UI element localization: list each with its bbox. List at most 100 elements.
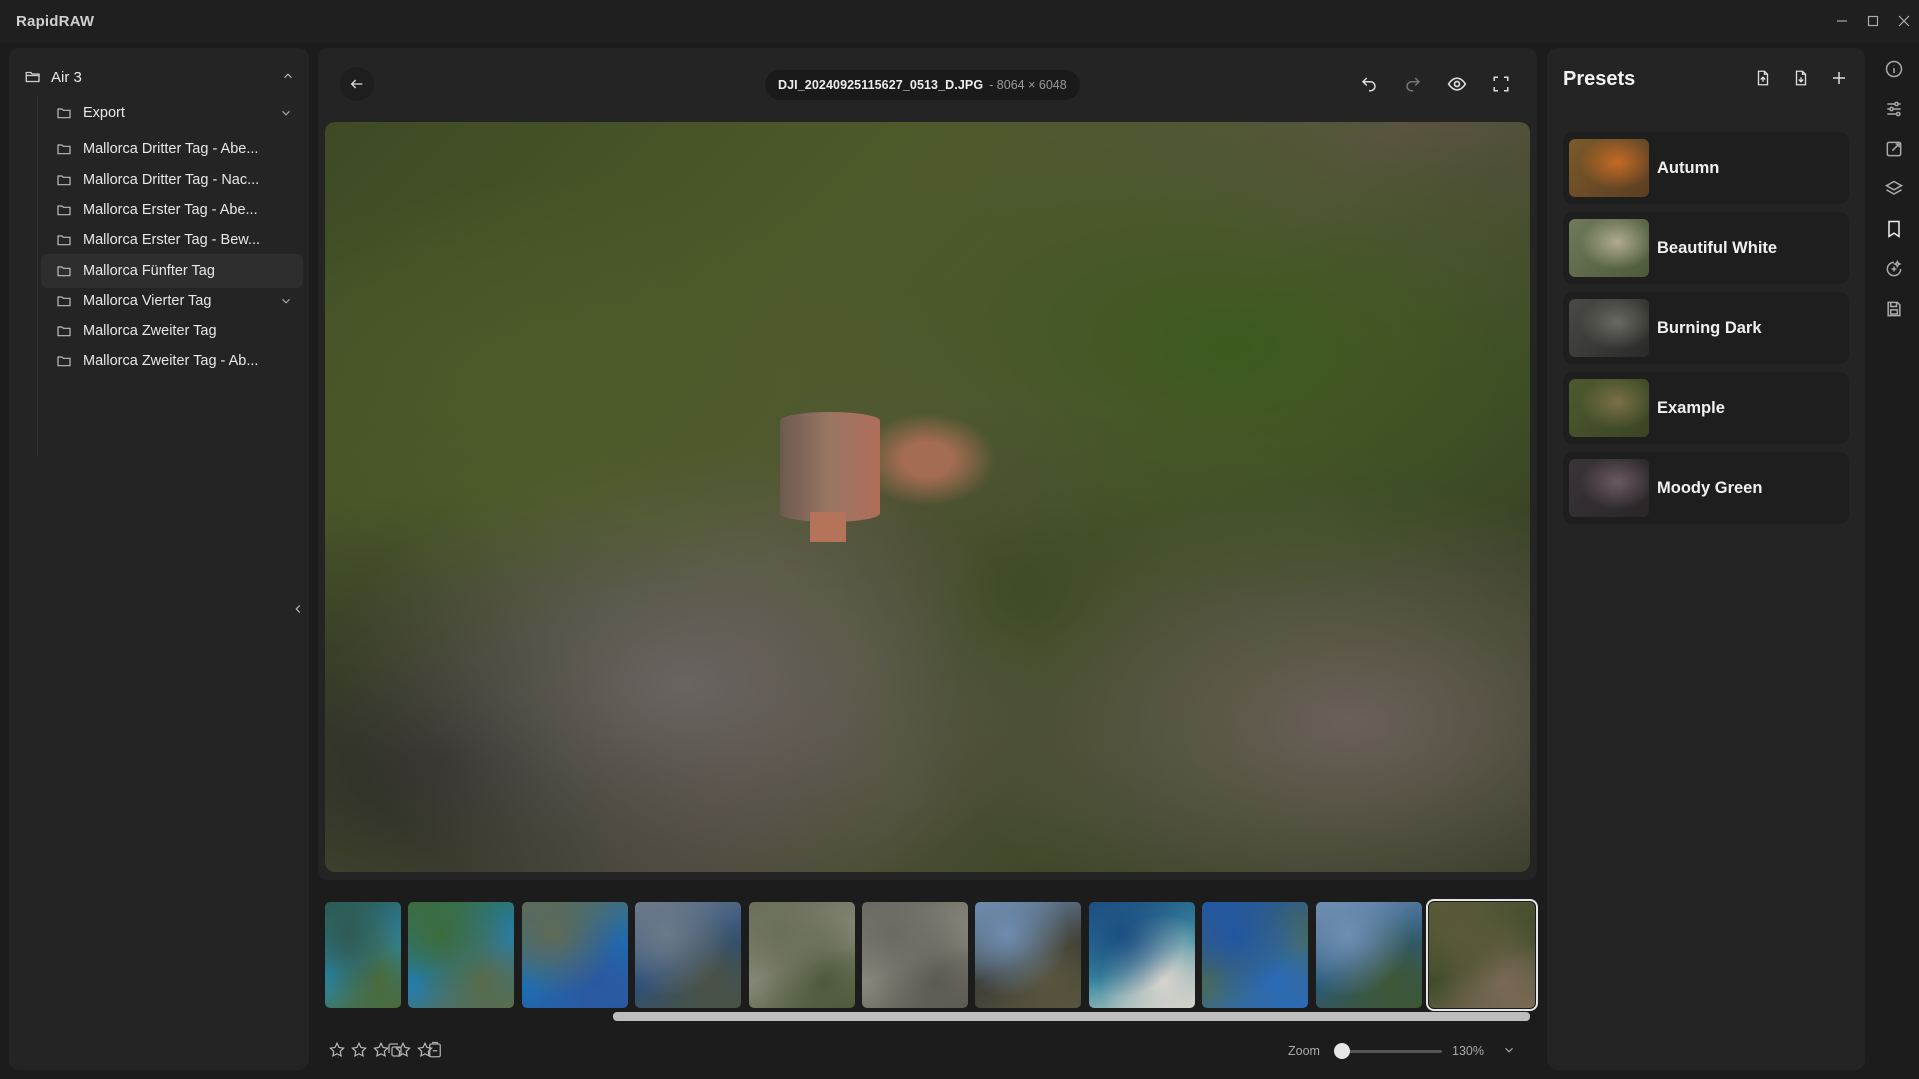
folder-icon	[55, 201, 73, 219]
filmstrip-thumbnail[interactable]	[1315, 902, 1422, 1008]
fullscreen-button[interactable]	[1483, 67, 1519, 101]
folder-root[interactable]: Air 3	[23, 62, 303, 92]
zoom-value: 130%	[1452, 1044, 1484, 1058]
redo-button[interactable]	[1395, 67, 1431, 101]
zoom-slider-knob[interactable]	[1334, 1043, 1350, 1059]
folder-item-label: Mallorca Erster Tag - Abe...	[83, 202, 258, 218]
folder-icon	[55, 322, 73, 340]
paste-settings-button[interactable]	[426, 1041, 446, 1061]
folder-item-label: Mallorca Dritter Tag - Nac...	[83, 172, 260, 188]
copy-icon	[388, 1043, 402, 1057]
tree-guide-line	[37, 96, 38, 456]
minimize-button[interactable]	[1826, 0, 1857, 42]
star-icon[interactable]	[350, 1041, 368, 1059]
layers-icon[interactable]	[1883, 178, 1905, 200]
filmstrip-thumbnail[interactable]	[1088, 902, 1195, 1008]
folder-item[interactable]: Mallorca Dritter Tag - Nac...	[41, 163, 303, 197]
info-icon[interactable]	[1883, 58, 1905, 80]
image-viewer: DJI_20240925115627_0513_D.JPG - 8064 × 6…	[318, 48, 1538, 1021]
filmstrip-thumbnail[interactable]	[862, 902, 968, 1008]
redo-icon	[1406, 77, 1421, 92]
filmstrip-thumbnail[interactable]	[1426, 899, 1538, 1011]
close-button[interactable]	[1888, 0, 1919, 42]
folder-item-label: Export	[83, 105, 125, 121]
main-photo[interactable]	[325, 122, 1530, 872]
preset-thumbnail	[1569, 139, 1649, 197]
presets-title: Presets	[1563, 68, 1636, 90]
preset-item[interactable]: Burning Dark	[1563, 292, 1849, 364]
folder-icon	[55, 292, 73, 310]
folder-icon	[55, 231, 73, 249]
arrow-left-icon	[350, 79, 363, 89]
maximize-button[interactable]	[1857, 0, 1888, 42]
star-rating	[328, 1041, 434, 1059]
preview-toggle-button[interactable]	[1439, 67, 1475, 101]
filmstrip-thumbnail[interactable]	[635, 902, 742, 1008]
preset-name: Autumn	[1657, 158, 1720, 177]
viewer-toolbar	[1351, 67, 1519, 101]
filmstrip-thumbnail[interactable]	[325, 902, 401, 1008]
folder-item-label: Mallorca Zweiter Tag	[83, 323, 217, 339]
chevron-down-icon	[1505, 1047, 1513, 1053]
zoom-label: Zoom	[1288, 1044, 1320, 1058]
copy-settings-button[interactable]	[386, 1041, 406, 1061]
minimize-icon	[1836, 20, 1847, 22]
filmstrip-thumbnail[interactable]	[975, 902, 1082, 1008]
back-button[interactable]	[340, 67, 374, 101]
folder-icon	[55, 140, 73, 158]
folder-item[interactable]: Mallorca Erster Tag - Bew...	[41, 223, 303, 257]
bottom-bar: Zoom 130%	[318, 1031, 1537, 1071]
undo-button[interactable]	[1351, 67, 1387, 101]
folder-item-label: Mallorca Dritter Tag - Abe...	[83, 141, 259, 157]
crop-icon[interactable]	[1883, 138, 1905, 160]
fullscreen-icon	[1493, 76, 1509, 92]
folder-open-icon	[23, 67, 43, 87]
file-info: DJI_20240925115627_0513_D.JPG - 8064 × 6…	[765, 70, 1080, 100]
preset-name: Beautiful White	[1657, 238, 1778, 257]
photo-tower	[780, 412, 880, 522]
preset-actions	[1751, 66, 1851, 90]
folder-item[interactable]: Mallorca Dritter Tag - Abe...	[41, 132, 303, 166]
collapse-panel-button[interactable]	[288, 599, 308, 619]
folder-item-label: Mallorca Zweiter Tag - Ab...	[83, 353, 259, 369]
chevron-down-icon[interactable]	[279, 106, 293, 125]
presets-bookmark-icon[interactable]	[1883, 218, 1905, 240]
preset-item[interactable]: Autumn	[1563, 132, 1849, 204]
filmstrip-scrollbar[interactable]	[613, 1012, 1530, 1021]
chevron-up-icon[interactable]	[281, 69, 295, 88]
filmstrip-thumbnail[interactable]	[408, 902, 515, 1008]
add-preset-icon[interactable]	[1827, 66, 1851, 90]
zoom-dropdown-button[interactable]	[1502, 1043, 1516, 1062]
close-icon	[1898, 15, 1909, 27]
preset-thumbnail	[1569, 379, 1649, 437]
paste-icon	[429, 1041, 441, 1058]
preset-name: Example	[1657, 398, 1725, 417]
folder-item[interactable]: Mallorca Zweiter Tag	[41, 314, 303, 348]
folder-item[interactable]: Mallorca Fünfter Tag	[41, 254, 303, 288]
filmstrip-thumbnail[interactable]	[1202, 902, 1309, 1008]
preset-item[interactable]: Example	[1563, 372, 1849, 444]
folder-item[interactable]: Mallorca Erster Tag - Abe...	[41, 193, 303, 227]
zoom-slider-track[interactable]	[1342, 1050, 1442, 1053]
folder-icon	[55, 262, 73, 280]
presets-panel: Presets Autumn Beautiful White Burning Dar…	[1547, 48, 1865, 1070]
folder-root-label: Air 3	[51, 68, 82, 86]
folder-item[interactable]: Mallorca Vierter Tag	[41, 284, 303, 318]
preset-item[interactable]: Moody Green	[1563, 452, 1849, 524]
chevron-down-icon[interactable]	[279, 294, 293, 313]
ai-icon[interactable]	[1883, 258, 1905, 280]
import-preset-icon[interactable]	[1751, 66, 1775, 90]
preset-item[interactable]: Beautiful White	[1563, 212, 1849, 284]
filmstrip-thumbnail[interactable]	[748, 902, 855, 1008]
folder-icon	[55, 104, 73, 122]
folder-item[interactable]: Export	[41, 96, 303, 130]
export-icon[interactable]	[1883, 298, 1905, 320]
star-icon[interactable]	[328, 1041, 346, 1059]
maximize-icon	[1867, 15, 1878, 27]
preset-thumbnail	[1569, 299, 1649, 357]
folder-item[interactable]: Mallorca Zweiter Tag - Ab...	[41, 344, 303, 378]
filmstrip-thumbnail[interactable]	[521, 902, 628, 1008]
file-dimensions: - 8064 × 6048	[989, 78, 1067, 92]
export-preset-icon[interactable]	[1789, 66, 1813, 90]
adjustments-icon[interactable]	[1883, 98, 1905, 120]
